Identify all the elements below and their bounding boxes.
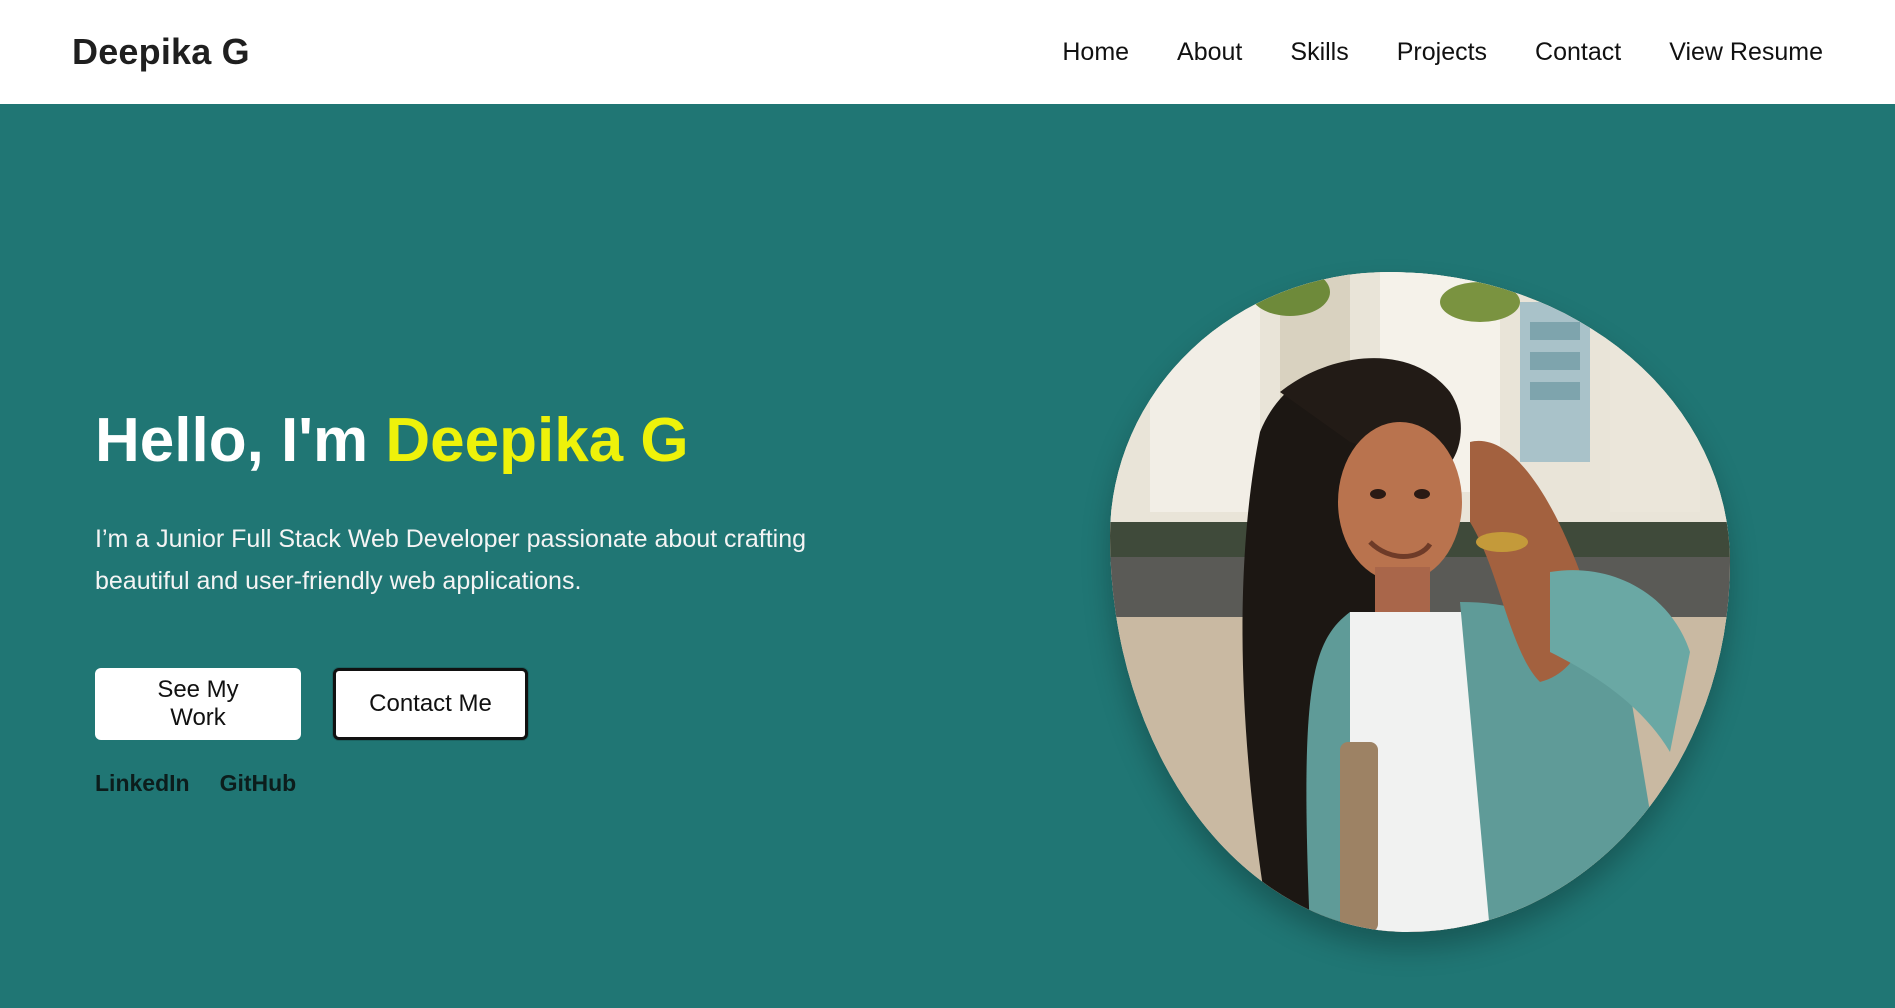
nav-contact-link[interactable]: Contact	[1535, 38, 1621, 67]
contact-me-button[interactable]: Contact Me	[333, 668, 528, 741]
profile-photo	[1110, 272, 1730, 932]
social-links: LinkedIn GitHub	[95, 770, 875, 797]
profile-photo-illustration	[1110, 272, 1730, 932]
nav-projects-link[interactable]: Projects	[1397, 38, 1487, 67]
hero-section: Hello, I'm Deepika G I’m a Junior Full S…	[0, 104, 1895, 1008]
hero-name-highlight: Deepika G	[385, 406, 689, 475]
hero-title: Hello, I'm Deepika G	[95, 404, 875, 478]
hero-text-block: Hello, I'm Deepika G I’m a Junior Full S…	[95, 404, 875, 797]
github-link[interactable]: GitHub	[220, 770, 297, 797]
navbar: Deepika G Home About Skills Projects Con…	[0, 0, 1895, 104]
nav-links: Home About Skills Projects Contact View …	[1062, 38, 1823, 67]
see-my-work-button[interactable]: See My Work	[95, 668, 301, 741]
nav-home-link[interactable]: Home	[1062, 38, 1129, 67]
hero-greeting: Hello, I'm	[95, 406, 386, 475]
brand-logo-text[interactable]: Deepika G	[72, 31, 250, 73]
hero-subtitle: I’m a Junior Full Stack Web Developer pa…	[95, 525, 807, 596]
nav-about-link[interactable]: About	[1177, 38, 1242, 67]
nav-skills-link[interactable]: Skills	[1290, 38, 1348, 67]
linkedin-link[interactable]: LinkedIn	[95, 770, 190, 797]
nav-view-resume-link[interactable]: View Resume	[1669, 38, 1823, 67]
cta-buttons: See My Work Contact Me	[95, 668, 875, 741]
